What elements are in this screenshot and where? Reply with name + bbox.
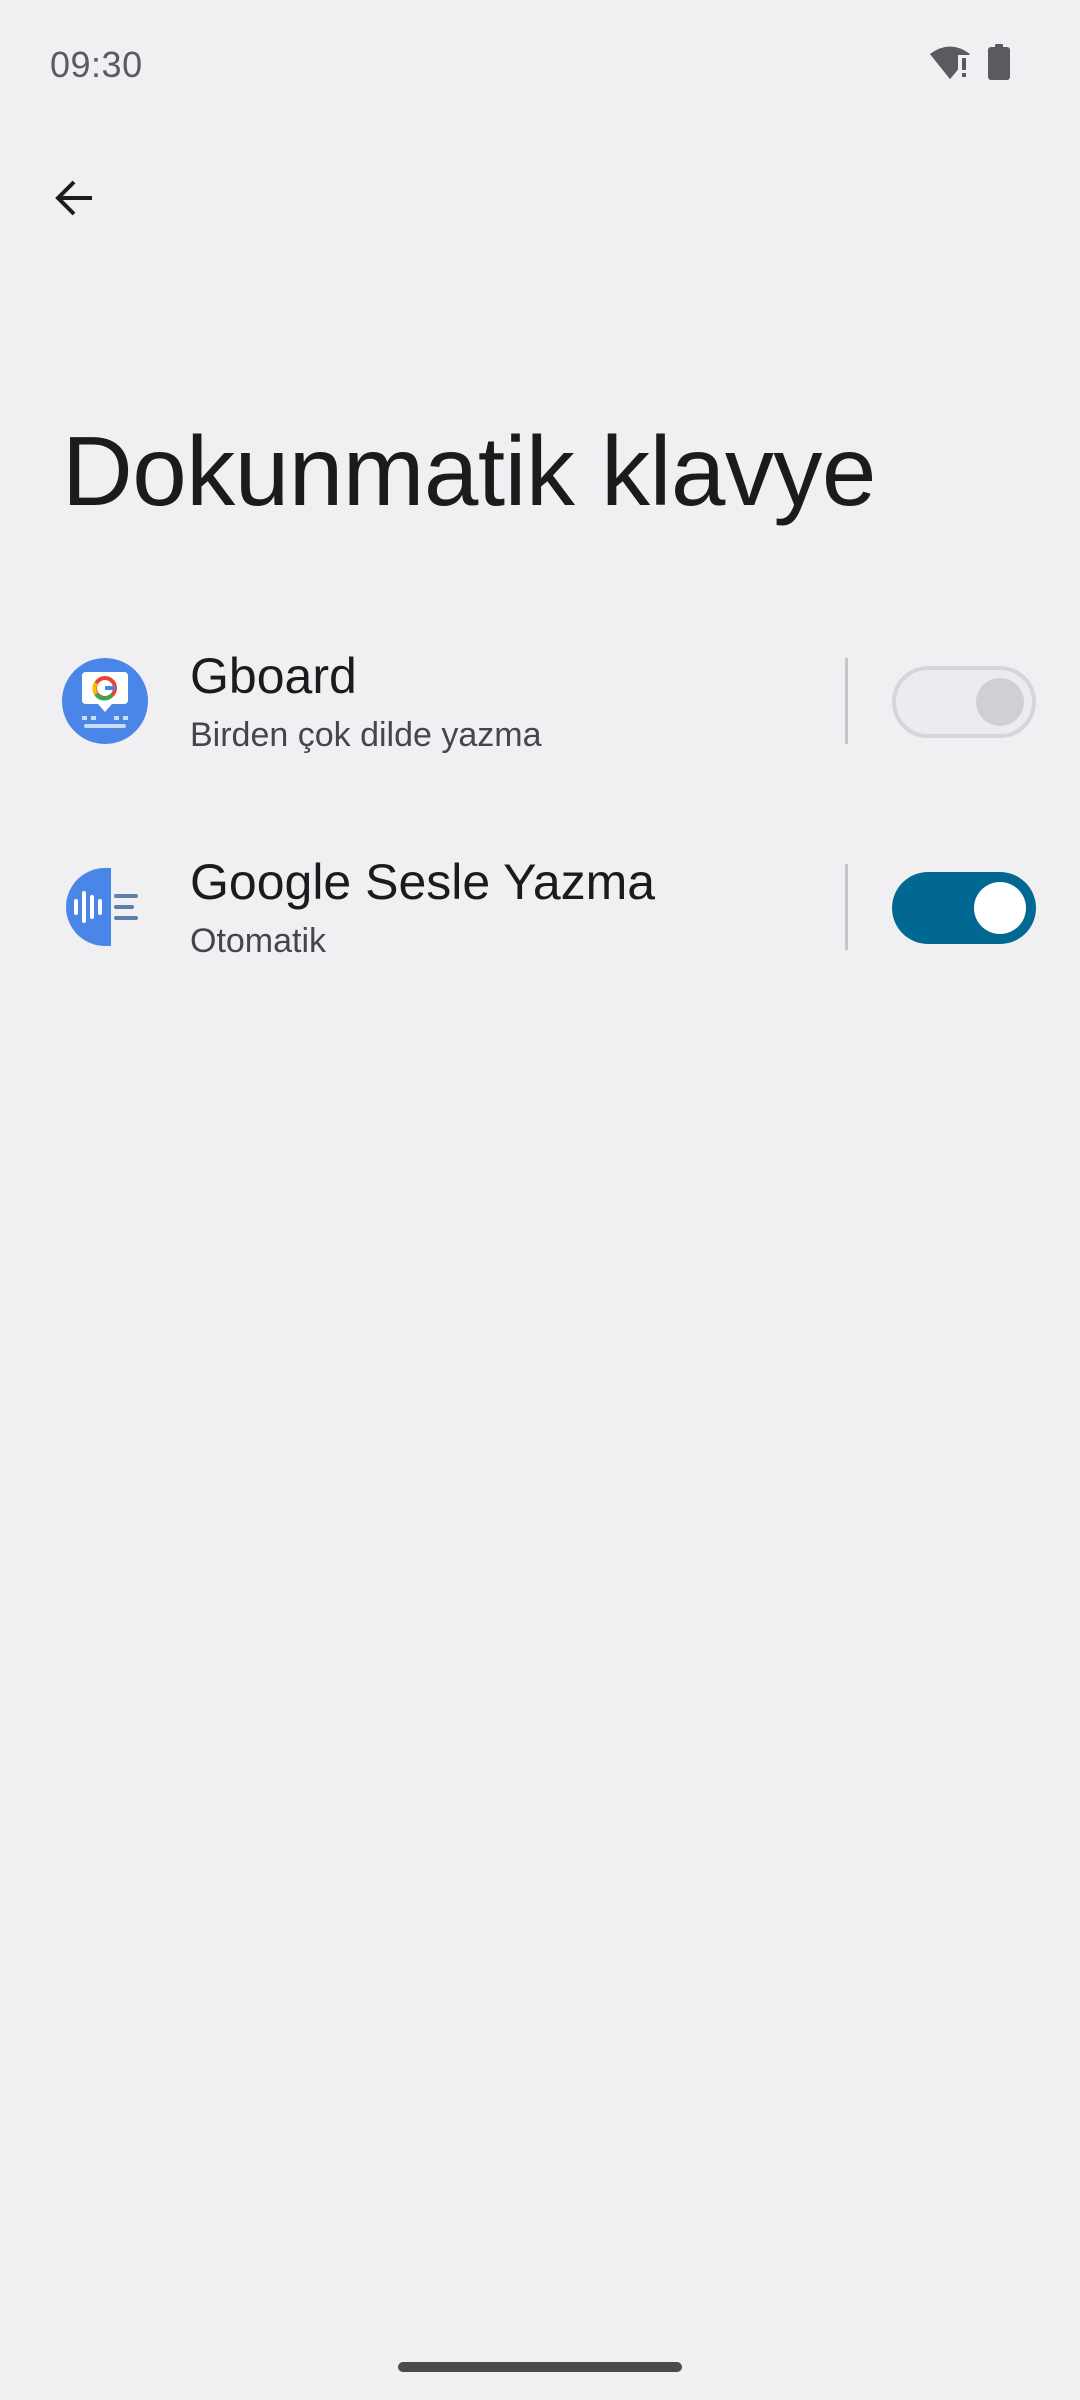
voice-typing-toggle[interactable] bbox=[892, 872, 1036, 944]
keyboard-row-gboard[interactable]: Gboard Birden çok dilde yazma bbox=[0, 626, 1080, 776]
page-title: Dokunmatik klavye bbox=[62, 416, 876, 526]
divider bbox=[845, 864, 848, 950]
battery-icon bbox=[988, 44, 1010, 80]
gboard-icon bbox=[62, 658, 148, 744]
keyboard-name: Gboard bbox=[190, 648, 357, 704]
status-bar: 09:30 bbox=[0, 0, 1080, 130]
keyboard-text-gboard: Gboard Birden çok dilde yazma bbox=[190, 646, 810, 755]
status-icons bbox=[930, 44, 1010, 80]
wifi-alert-icon bbox=[930, 45, 970, 79]
divider bbox=[845, 658, 848, 744]
gboard-toggle[interactable] bbox=[892, 666, 1036, 738]
arrow-back-icon bbox=[50, 174, 98, 227]
back-button[interactable] bbox=[38, 164, 110, 236]
keyboard-subtitle: Otomatik bbox=[190, 922, 327, 960]
voice-typing-icon bbox=[62, 864, 148, 950]
gesture-nav-handle[interactable] bbox=[398, 2362, 682, 2372]
keyboard-text-voice-typing: Google Sesle Yazma Otomatik bbox=[190, 852, 810, 961]
keyboard-name: Google Sesle Yazma bbox=[190, 854, 656, 910]
keyboard-row-voice-typing[interactable]: Google Sesle Yazma Otomatik bbox=[0, 832, 1080, 982]
toggle-knob bbox=[976, 678, 1024, 726]
keyboard-subtitle: Birden çok dilde yazma bbox=[190, 716, 542, 754]
status-time: 09:30 bbox=[50, 44, 143, 85]
toggle-knob bbox=[974, 882, 1026, 934]
